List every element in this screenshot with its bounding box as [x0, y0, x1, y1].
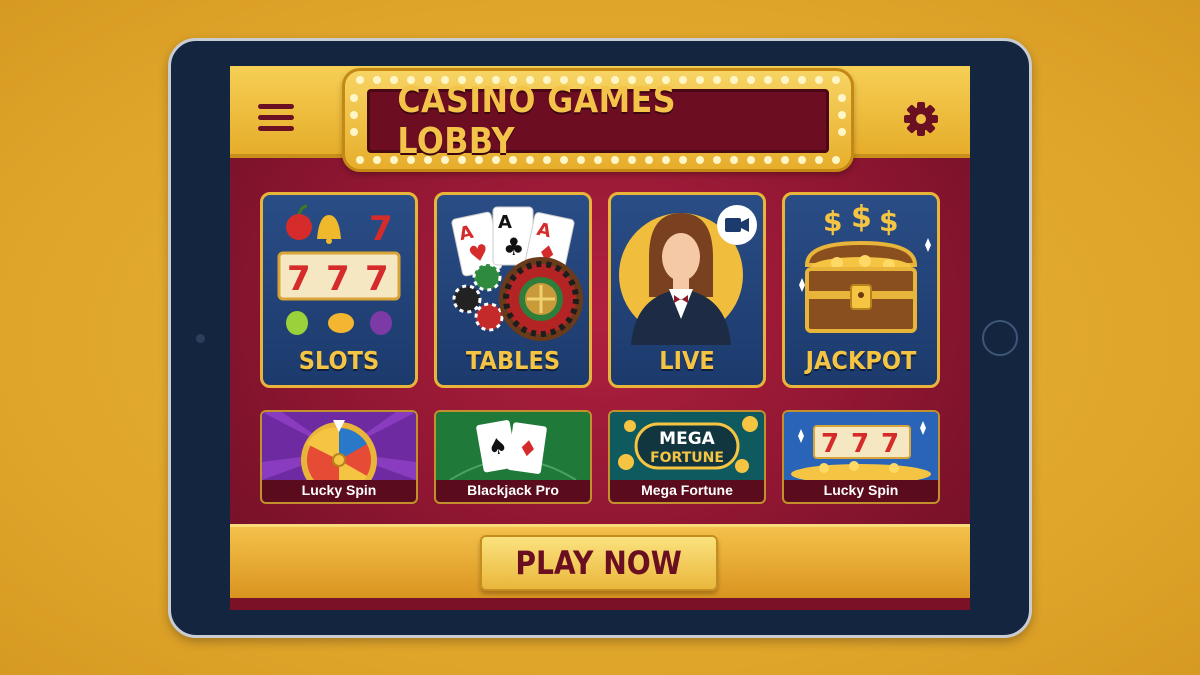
category-jackpot-card[interactable]: $ $ $ JACKPOT: [782, 192, 940, 388]
marquee-bulb: [373, 76, 381, 84]
marquee-bulb: [832, 156, 840, 164]
marquee-bulb: [838, 94, 846, 102]
marquee-bulb: [798, 76, 806, 84]
category-live-card[interactable]: LIVE: [608, 192, 766, 388]
marquee-bulb: [350, 128, 358, 136]
marquee-bulb: [373, 156, 381, 164]
bottom-strip: [230, 598, 970, 610]
title-marquee: CASINO GAMES LOBBY: [342, 68, 854, 172]
category-label: JACKPOT: [805, 346, 917, 375]
slot-reels-icon: 7 7 7 7: [277, 204, 401, 335]
tablet-camera: [196, 334, 205, 343]
game-card-lucky-spin[interactable]: Lucky Spin: [260, 410, 418, 504]
title-panel: CASINO GAMES LOBBY: [367, 80, 829, 162]
svg-text:7: 7: [851, 429, 869, 459]
lobby-screen: CASINO GAMES LOBBY 7 7 7 7 SLOTS A ♥ A ♣ …: [230, 66, 970, 610]
category-label: TABLES: [465, 346, 561, 375]
svg-text:FORTUNE: FORTUNE: [650, 450, 724, 466]
blackjack-thumbnail: ♠ ♦: [436, 412, 590, 480]
play-now-button[interactable]: PLAY NOW: [480, 535, 718, 591]
svg-text:A: A: [498, 212, 512, 233]
svg-text:♦: ♦: [516, 436, 539, 464]
category-label: SLOTS: [298, 346, 380, 375]
game-title: Mega Fortune: [641, 482, 733, 498]
svg-text:7: 7: [365, 259, 389, 299]
777-coins-thumbnail: 7 7 7: [784, 412, 938, 480]
svg-text:7: 7: [326, 259, 350, 299]
marquee-bulb: [815, 76, 823, 84]
marquee-bulb: [838, 128, 846, 136]
category-label: LIVE: [659, 346, 715, 375]
svg-text:7: 7: [287, 259, 311, 299]
game-title: Blackjack Pro: [467, 482, 559, 498]
svg-text:7: 7: [881, 429, 899, 459]
marquee-bulb: [350, 94, 358, 102]
game-title: Lucky Spin: [301, 482, 377, 498]
live-dealer-icon: [619, 205, 757, 345]
category-tables-card[interactable]: A ♥ A ♣ A ♦ TABLES: [434, 192, 592, 388]
marquee-bulb: [838, 111, 846, 119]
marquee-bulb: [350, 111, 358, 119]
svg-text:$: $: [823, 205, 842, 238]
game-title: Lucky Spin: [823, 482, 899, 498]
marquee-bulb: [356, 76, 364, 84]
play-now-label: PLAY NOW: [515, 544, 683, 582]
tablet-home-button[interactable]: [982, 320, 1018, 356]
prize-wheel-thumbnail: [262, 412, 416, 480]
game-card-mega-fortune[interactable]: MEGA FORTUNE Mega Fortune: [608, 410, 766, 504]
marquee-bulb: [832, 76, 840, 84]
game-card-blackjack-pro[interactable]: ♠ ♦ Blackjack Pro: [434, 410, 592, 504]
svg-text:MEGA: MEGA: [659, 429, 715, 449]
marquee-bulb: [798, 156, 806, 164]
svg-text:7: 7: [821, 429, 839, 459]
game-card-lucky-spin-777[interactable]: 7 7 7 Lucky Spin: [782, 410, 940, 504]
svg-text:♣: ♣: [503, 233, 525, 261]
marquee-bulb: [815, 156, 823, 164]
svg-text:7: 7: [369, 209, 393, 249]
treasure-chest-icon: $ $ $: [799, 200, 931, 333]
marquee-bulb: [356, 156, 364, 164]
hamburger-menu-icon[interactable]: [258, 104, 294, 132]
cards-roulette-icon: A♥ A ♣ A♦: [451, 206, 583, 341]
svg-text:$: $: [879, 205, 898, 238]
bottom-bar: PLAY NOW: [230, 524, 970, 598]
page-title: CASINO GAMES LOBBY: [397, 80, 676, 162]
category-slots-card[interactable]: 7 7 7 7 SLOTS: [260, 192, 418, 388]
mega-fortune-thumbnail: MEGA FORTUNE: [610, 412, 764, 480]
gear-icon[interactable]: [902, 100, 940, 138]
svg-text:$: $: [851, 200, 872, 235]
